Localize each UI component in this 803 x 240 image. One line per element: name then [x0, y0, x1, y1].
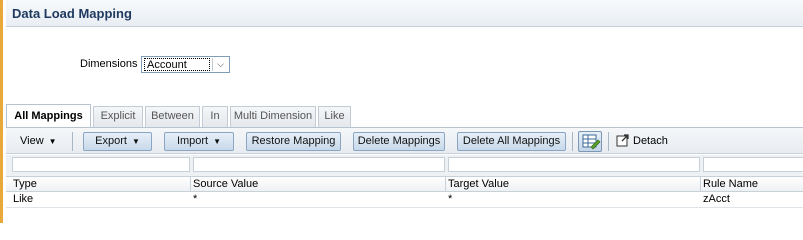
mapping-toolbar: View ▼ Export ▼ Import ▼ Restore Mapping De…	[6, 127, 803, 154]
grid-edit-icon[interactable]	[578, 131, 602, 152]
toolbar-separator	[608, 132, 609, 151]
detach-icon	[616, 133, 630, 154]
source-value-filter-input[interactable]	[193, 157, 445, 172]
caret-down-icon: ▼	[213, 137, 222, 146]
restore-mapping-button[interactable]: Restore Mapping	[246, 132, 341, 151]
cell-rule-name: zAcct	[703, 193, 730, 205]
tab-like[interactable]: Like	[318, 106, 351, 127]
dimensions-label: Dimensions	[80, 58, 138, 70]
dimensions-select-value: Account	[144, 58, 210, 71]
column-header-source-value[interactable]: Source Value	[188, 177, 258, 192]
cell-type: Like	[13, 193, 34, 205]
dimensions-select[interactable]: Account ⌵	[141, 56, 230, 73]
page-title: Data Load Mapping	[12, 6, 132, 21]
toolbar-separator	[572, 132, 573, 151]
tab-between[interactable]: Between	[145, 106, 200, 127]
tab-multi-dimension[interactable]: Multi Dimension	[230, 106, 316, 127]
caret-down-icon: ▼	[131, 137, 140, 146]
filter-row	[6, 155, 803, 176]
page-header: Data Load Mapping	[6, 0, 803, 27]
table-row[interactable]: Like * * zAcct	[6, 192, 803, 208]
target-value-filter-input[interactable]	[448, 157, 700, 172]
view-menu-label: View	[20, 135, 44, 147]
import-button-label: Import	[176, 135, 209, 147]
column-header-target-value[interactable]: Target Value	[443, 177, 509, 192]
tab-in[interactable]: In	[202, 106, 228, 127]
cell-target-value: *	[448, 193, 453, 205]
cell-source-value: *	[193, 193, 198, 205]
view-menu[interactable]: View ▼	[20, 132, 57, 151]
export-button-label: Export	[95, 135, 127, 147]
caret-down-icon: ▼	[48, 137, 57, 146]
import-button[interactable]: Import ▼	[164, 132, 234, 151]
page-frame: Data Load Mapping Dimensions Account ⌵ A…	[0, 0, 803, 223]
column-header-type[interactable]: Type	[8, 177, 37, 192]
detach-label: Detach	[633, 135, 668, 147]
column-header-rule-name[interactable]: Rule Name	[698, 177, 758, 192]
chevron-down-icon[interactable]: ⌵	[212, 58, 228, 71]
toolbar-separator	[72, 132, 73, 151]
table-header: Type Source Value Target Value Rule Name	[6, 176, 803, 192]
type-filter-input[interactable]	[12, 157, 190, 172]
delete-all-mappings-button[interactable]: Delete All Mappings	[457, 132, 566, 151]
tab-all-mappings[interactable]: All Mappings	[6, 104, 91, 127]
tab-explicit[interactable]: Explicit	[93, 106, 143, 127]
detach-button[interactable]: Detach	[616, 132, 668, 151]
delete-mappings-button[interactable]: Delete Mappings	[353, 132, 445, 151]
rule-name-filter-input[interactable]	[703, 157, 803, 172]
export-button[interactable]: Export ▼	[83, 132, 152, 151]
